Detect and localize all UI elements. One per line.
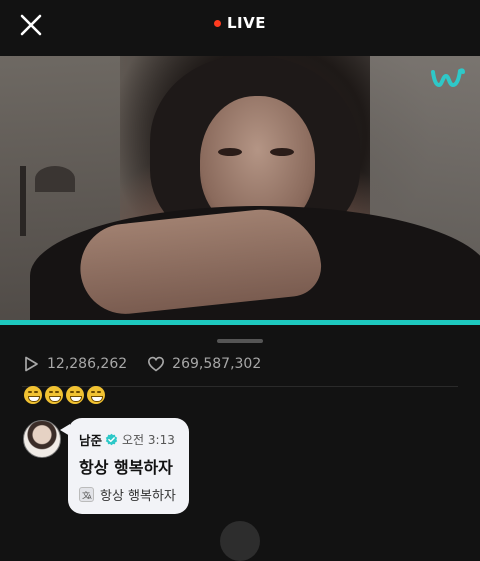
top-bar: LIVE	[0, 0, 480, 55]
grinning-emoji-icon	[24, 386, 42, 404]
emoji-row	[24, 386, 105, 404]
live-label: LIVE	[227, 14, 266, 32]
avatar[interactable]	[23, 420, 61, 458]
heart-icon[interactable]	[147, 355, 165, 373]
stats-row: 12,286,262 269,587,302	[22, 354, 281, 374]
comment-header: 남준 오전 3:13	[79, 430, 175, 449]
live-indicator: LIVE	[0, 14, 480, 32]
play-count: 12,286,262	[47, 356, 128, 372]
video-player[interactable]	[0, 56, 480, 322]
comment-message: 항상 행복하자	[79, 458, 173, 477]
translation-text: 항상 행복하자	[100, 489, 176, 504]
like-count: 269,587,302	[172, 356, 262, 372]
drag-handle[interactable]	[217, 339, 263, 343]
grinning-emoji-icon	[45, 386, 63, 404]
live-dot-icon	[214, 20, 221, 27]
play-icon	[25, 356, 38, 372]
weverse-logo-icon	[431, 68, 465, 88]
translate-icon: 文 A	[79, 487, 94, 502]
comment-time: 오전 3:13	[122, 433, 175, 447]
progress-fill	[0, 320, 480, 325]
verified-badge-icon	[105, 433, 118, 446]
comment-author: 남준	[79, 433, 103, 448]
scroll-button[interactable]	[220, 521, 260, 561]
comment-bubble[interactable]: 남준 오전 3:13 항상 행복하자 文 A 항상 행복하자	[60, 418, 189, 514]
grinning-emoji-icon	[66, 386, 84, 404]
translation-row[interactable]: 文 A 항상 행복하자	[79, 485, 176, 504]
grinning-emoji-icon	[87, 386, 105, 404]
video-progress-bar[interactable]	[0, 320, 480, 325]
